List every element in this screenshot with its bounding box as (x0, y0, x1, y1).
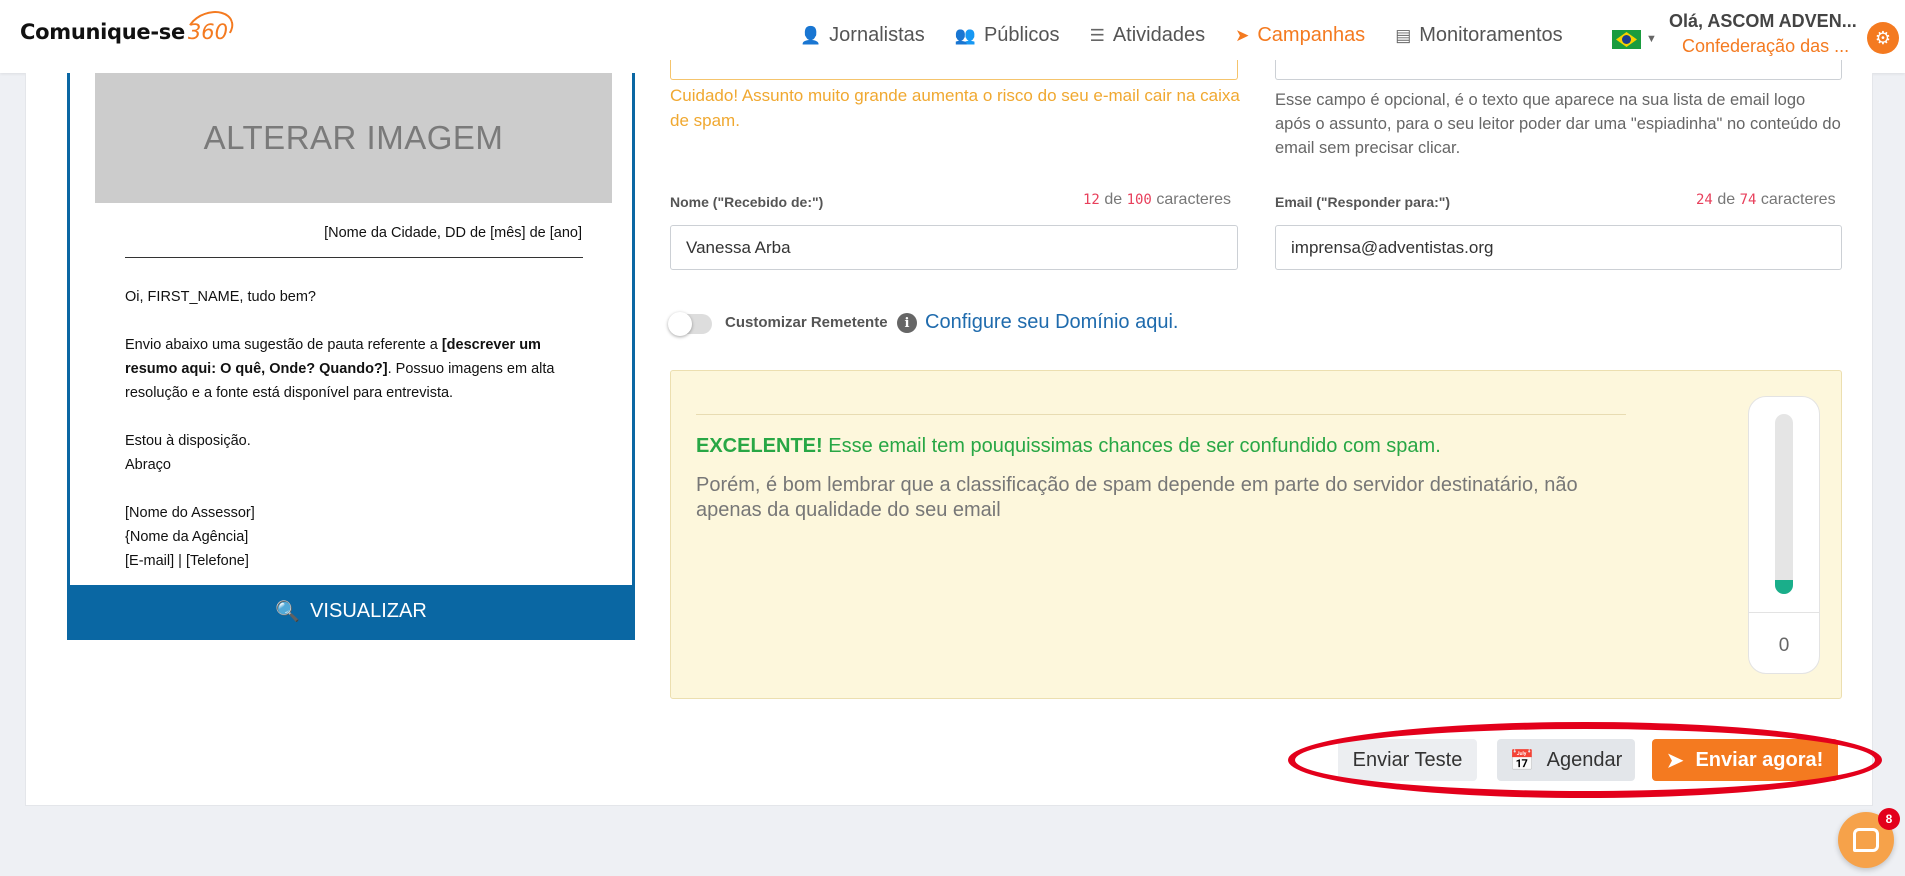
gear-icon: ⚙ (1874, 27, 1892, 48)
preview-closing-1: Estou à disposição. (125, 433, 251, 449)
spam-score-value: 0 (1778, 635, 1790, 656)
chat-unread-badge: 8 (1878, 808, 1900, 830)
user-greeting[interactable]: Olá, ASCOM ADVEN... (1669, 11, 1857, 32)
nav-label: Públicos (983, 24, 1060, 46)
newspaper-icon: ▤ (1395, 25, 1412, 45)
user-organization[interactable]: Confederação das ... (1682, 36, 1849, 57)
counter-unit: caracteres (1156, 191, 1232, 208)
nav-item-atividades[interactable]: ☰ Atividades (1090, 24, 1206, 47)
preview-closing-2: Abraço (125, 457, 171, 473)
reply-to-input[interactable]: imprensa@adventistas.org (1275, 225, 1842, 270)
preview-body-prefix: Envio abaixo uma sugestão de pauta refer… (125, 337, 442, 353)
schedule-button[interactable]: 📅 Agendar (1497, 739, 1635, 781)
brand-suffix: 360 (187, 20, 228, 44)
nav-item-campanhas[interactable]: ➤ Campanhas (1235, 24, 1365, 47)
meter-fill (1775, 580, 1793, 594)
preview-sig-1: [Nome do Assessor] (125, 505, 255, 521)
reply-to-label: Email ("Responder para:") (1275, 194, 1451, 210)
info-icon: i (897, 313, 917, 333)
subject-warning: Cuidado! Assunto muito grande aumenta o … (670, 86, 1240, 130)
schedule-label: Agendar (1546, 748, 1623, 771)
preheader-input[interactable] (1275, 60, 1842, 80)
brand-name: Comunique-se (20, 20, 185, 44)
subject-input[interactable] (670, 60, 1238, 80)
counter-of: de (1717, 191, 1736, 208)
nav-item-monitoramentos[interactable]: ▤ Monitoramentos (1395, 24, 1562, 47)
counter-current: 12 (1083, 192, 1100, 208)
nav-label: Monitoramentos (1419, 24, 1563, 46)
caret-down-icon[interactable]: ▼ (1646, 33, 1657, 45)
change-image-button[interactable]: ALTERAR IMAGEM (95, 73, 612, 203)
calendar-icon: 📅 (1509, 749, 1535, 772)
spam-headline: EXCELENTE! Esse email tem pouquissimas c… (696, 435, 1441, 458)
view-button-label: VISUALIZAR (310, 599, 427, 622)
counter-of: de (1104, 191, 1123, 208)
spam-headline-text: Esse email tem pouquissimas chances de s… (822, 435, 1441, 457)
chat-icon (1853, 828, 1879, 852)
preheader-help: Esse campo é opcional, é o texto que apa… (1275, 91, 1841, 157)
send-test-label: Enviar Teste (1352, 748, 1463, 771)
nav-label: Atividades (1112, 24, 1206, 46)
preview-divider (125, 257, 583, 258)
meter-divider (1749, 612, 1819, 613)
reply-to-counter: 24 de 74 caracteres (1696, 191, 1836, 209)
nav-item-jornalistas[interactable]: 👤 Jornalistas (800, 24, 925, 47)
preview-closing: Estou à disposição. Abraço (125, 429, 580, 477)
preview-paragraph: Envio abaixo uma sugestão de pauta refer… (125, 333, 580, 405)
counter-current: 24 (1696, 192, 1713, 208)
main-nav: 👤 Jornalistas 👥 Públicos ☰ Atividades ➤ … (800, 24, 1563, 47)
send-now-label: Enviar agora! (1695, 748, 1824, 771)
users-icon: 👥 (954, 25, 976, 45)
custom-sender-toggle[interactable] (668, 312, 712, 336)
brazil-flag-icon[interactable] (1612, 30, 1641, 49)
sender-name-label: Nome ("Recebido de:") (670, 194, 824, 210)
zoom-in-icon: 🔍 (275, 600, 301, 623)
counter-unit: caracteres (1760, 191, 1836, 208)
preview-signature: [Nome do Assessor] {Nome da Agência] [E-ma… (125, 501, 580, 573)
spam-check-panel: EXCELENTE! Esse email tem pouquissimas c… (670, 370, 1842, 699)
settings-button[interactable]: ⚙ (1867, 22, 1899, 54)
preview-date-line: [Nome da Cidade, DD de [mês] de [ano] (324, 225, 582, 241)
counter-max: 74 (1739, 192, 1757, 208)
nav-item-publicos[interactable]: 👥 Públicos (955, 24, 1060, 47)
preview-sig-2: {Nome da Agência] (125, 529, 249, 545)
brand-logo[interactable]: Comunique-se 360 (20, 20, 228, 44)
sender-name-input[interactable]: Vanessa Arba (670, 225, 1238, 270)
preview-greeting: Oi, FIRST_NAME, tudo bem? (125, 289, 316, 305)
sender-name-counter: 12 de 100 caracteres (1083, 191, 1231, 209)
custom-sender-label: Customizar Remetente (725, 314, 888, 331)
email-preview: ALTERAR IMAGEM [Nome da Cidade, DD de [m… (67, 73, 635, 640)
spam-divider (696, 414, 1626, 415)
spam-score-meter: 0 (1748, 396, 1820, 674)
nav-label: Campanhas (1257, 24, 1366, 46)
spam-headline-bold: EXCELENTE! (696, 435, 823, 457)
counter-max: 100 (1126, 192, 1152, 208)
spam-note: Porém, é bom lembrar que a classificação… (696, 474, 1578, 521)
paper-plane-icon: ➤ (1666, 749, 1684, 772)
configure-domain-link[interactable]: Configure seu Domínio aqui. (925, 311, 1178, 334)
chat-widget-button[interactable]: 8 (1838, 808, 1900, 868)
person-icon: 👤 (800, 25, 822, 45)
view-button[interactable]: 🔍 VISUALIZAR (70, 585, 632, 637)
preview-sig-3: [E-mail] | [Telefone] (125, 553, 249, 569)
paper-plane-icon: ➤ (1235, 25, 1250, 45)
send-test-button[interactable]: Enviar Teste (1338, 739, 1477, 781)
checklist-icon: ☰ (1089, 25, 1105, 45)
preview-body: Oi, FIRST_NAME, tudo bem? Envio abaixo u… (125, 285, 580, 597)
nav-label: Jornalistas (829, 24, 925, 46)
send-now-button[interactable]: ➤ Enviar agora! (1652, 739, 1838, 781)
meter-track (1775, 414, 1793, 594)
